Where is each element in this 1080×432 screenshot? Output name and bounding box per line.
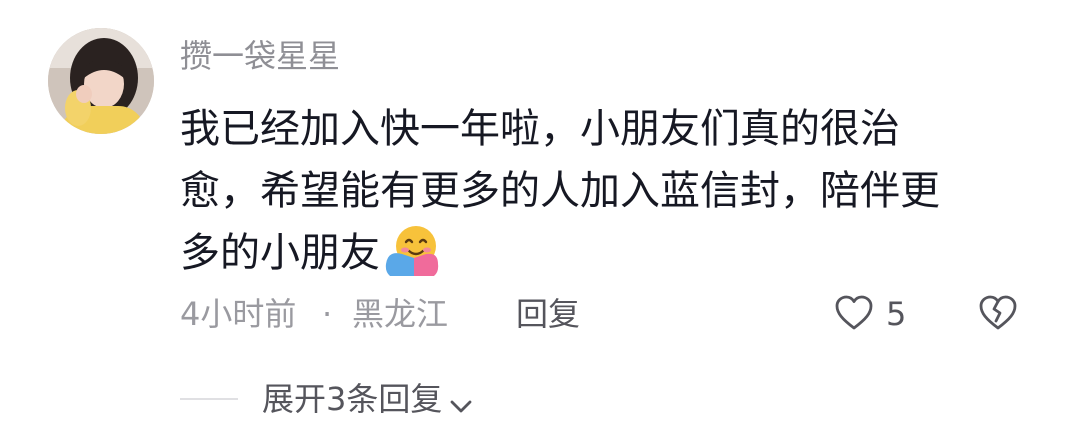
- like-count: 5: [886, 295, 907, 333]
- chevron-down-icon: [450, 400, 472, 412]
- expand-replies-row: 展开3条回复: [180, 374, 600, 424]
- meta-separator: ·: [322, 295, 333, 333]
- comment-item: 攒一袋星星 我已经加入快一年啦，小朋友们真的很治 愈，希望能有更多的人加入蓝信封…: [0, 0, 1080, 432]
- comment-location: 黑龙江: [352, 295, 449, 333]
- comment-time: 4小时前: [180, 295, 297, 333]
- comment-meta-row: 4小时前 · 黑龙江 回复 5: [180, 288, 1040, 338]
- like-button[interactable]: 5: [834, 288, 924, 338]
- hugging-face-emoji: [384, 224, 440, 276]
- broken-heart-icon: [979, 295, 1017, 330]
- comment-username[interactable]: 攒一袋星星: [180, 34, 340, 78]
- heart-icon: [835, 295, 873, 330]
- comment-text-line: 我已经加入快一年啦，小朋友们真的很治: [180, 106, 900, 152]
- comment-text-line: 愈，希望能有更多的人加入蓝信封，陪伴更: [180, 168, 940, 214]
- expand-replies-label: 展开3条回复: [262, 380, 443, 418]
- reply-button[interactable]: 回复: [516, 294, 580, 334]
- avatar[interactable]: [48, 28, 154, 134]
- comment-text-line-last: 多的小朋友: [180, 222, 1030, 284]
- dislike-button[interactable]: [976, 288, 1026, 338]
- avatar-image: [48, 28, 154, 134]
- expand-replies-button[interactable]: 展开3条回复: [262, 374, 474, 424]
- comment-text-line: 多的小朋友: [180, 230, 380, 276]
- expand-divider: [180, 398, 238, 400]
- comment-body: 我已经加入快一年啦，小朋友们真的很治 愈，希望能有更多的人加入蓝信封，陪伴更 多…: [180, 98, 1030, 284]
